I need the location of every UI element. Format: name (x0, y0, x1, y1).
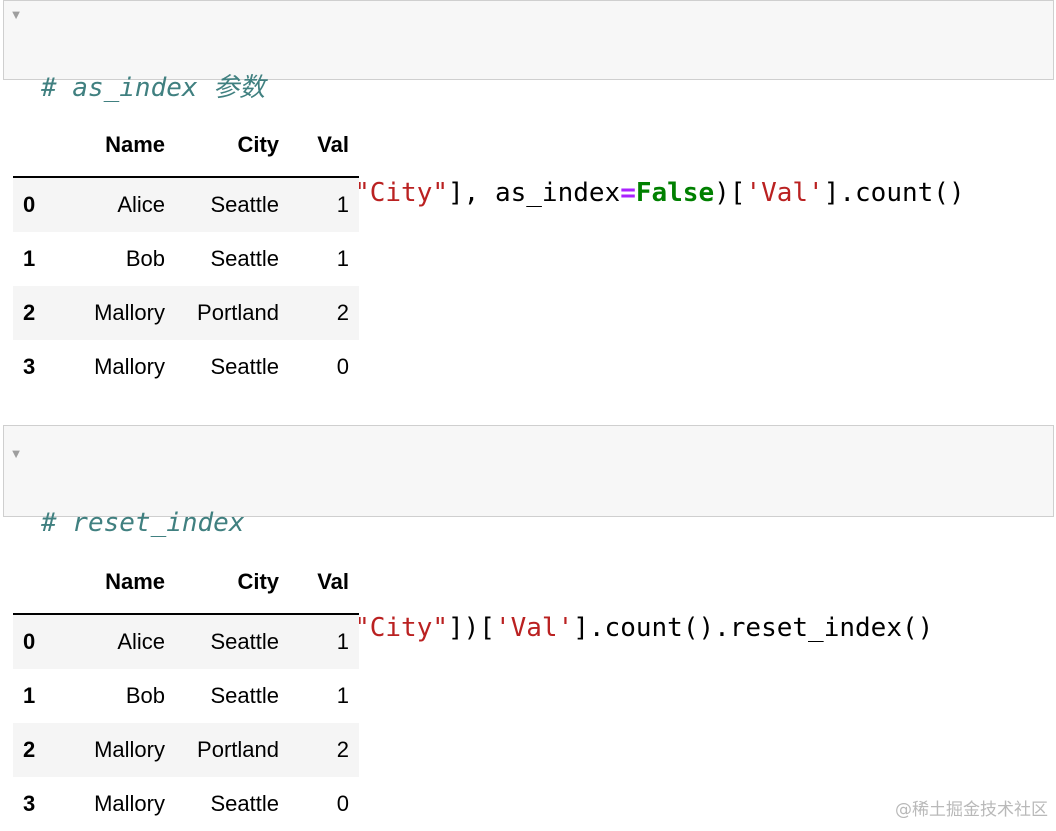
cell-val: 1 (336, 246, 349, 271)
watermark: @稀土掘金技术社区 (895, 800, 1048, 820)
cell-name: Mallory (94, 300, 165, 325)
row-index: 2 (23, 737, 36, 762)
dataframe-output-1: Name City Val 0 Alice Seattle 1 1 Bob Se… (13, 114, 359, 394)
column-header-name: Name (61, 114, 175, 178)
cell-name: Mallory (94, 737, 165, 762)
cell-city: Seattle (210, 246, 280, 271)
column-header-city: City (175, 551, 289, 615)
cell-city: Seattle (210, 791, 280, 816)
cell-name: Alice (117, 629, 165, 654)
row-index: 1 (23, 683, 36, 708)
code-operator: = (620, 178, 636, 208)
code-string: "City" (354, 178, 448, 208)
cell-name: Alice (117, 192, 165, 217)
row-index: 0 (23, 629, 36, 654)
table-row: 3 Mallory Seattle 0 (13, 340, 359, 394)
cell-name: Mallory (94, 791, 165, 816)
column-header-name: Name (61, 551, 175, 615)
cell-val: 1 (336, 629, 349, 654)
table-header-row: Name City Val (13, 114, 359, 178)
code-token: ].count().reset_index() (573, 613, 934, 643)
code-cell-1[interactable]: ▼ # as_index 参数 df.groupby(["Name", "Cit… (3, 0, 1054, 208)
row-index: 1 (23, 246, 36, 271)
cell-city: Seattle (210, 629, 280, 654)
cell-name: Bob (125, 246, 165, 271)
cell-city: Seattle (210, 683, 280, 708)
table-row: 3 Mallory Seattle 0 (13, 777, 359, 831)
code-token: ].count() (823, 178, 965, 208)
table-row: 2 Mallory Portland 2 (13, 286, 359, 340)
code-string: 'Val' (494, 613, 574, 643)
row-index: 3 (23, 354, 36, 379)
cell-val: 0 (336, 354, 349, 379)
collapse-arrow-icon[interactable]: ▼ (8, 446, 24, 462)
cell-city: Portland (197, 737, 279, 762)
cell-val: 2 (336, 300, 349, 325)
table-row: 1 Bob Seattle 1 (13, 669, 359, 723)
column-header-val: Val (289, 551, 359, 615)
code-string: "City" (354, 613, 448, 643)
index-header (13, 551, 61, 615)
cell-city: Portland (197, 300, 279, 325)
table-row: 0 Alice Seattle 1 (13, 614, 359, 669)
code-keyword: False (635, 178, 715, 208)
code-comment-line: # reset_index (41, 506, 933, 541)
table-header-row: Name City Val (13, 551, 359, 615)
code-token: ], as_index (448, 178, 621, 208)
cell-name: Mallory (94, 354, 165, 379)
collapse-arrow-icon[interactable]: ▼ (8, 7, 24, 23)
code-comment-line: # as_index 参数 (41, 71, 965, 106)
row-index: 2 (23, 300, 36, 325)
table-row: 0 Alice Seattle 1 (13, 177, 359, 232)
column-header-val: Val (289, 114, 359, 178)
cell-city: Seattle (210, 192, 280, 217)
code-comment: # as_index 参数 (41, 73, 266, 103)
code-token: )[ (714, 178, 746, 208)
table-row: 1 Bob Seattle 1 (13, 232, 359, 286)
column-header-city: City (175, 114, 289, 178)
cell-val: 2 (336, 737, 349, 762)
cell-val: 1 (336, 683, 349, 708)
row-index: 3 (23, 791, 36, 816)
cell-name: Bob (125, 683, 165, 708)
code-cell-2[interactable]: ▼ # reset_index df.groupby(["Name", "Cit… (3, 425, 1054, 643)
code-string: 'Val' (745, 178, 824, 208)
code-token: ])[ (448, 613, 495, 643)
cell-val: 0 (336, 791, 349, 816)
cell-city: Seattle (210, 354, 280, 379)
dataframe-output-2: Name City Val 0 Alice Seattle 1 1 Bob Se… (13, 551, 359, 831)
table-row: 2 Mallory Portland 2 (13, 723, 359, 777)
cell-val: 1 (336, 192, 349, 217)
index-header (13, 114, 61, 178)
code-comment: # reset_index (41, 508, 245, 538)
row-index: 0 (23, 192, 36, 217)
